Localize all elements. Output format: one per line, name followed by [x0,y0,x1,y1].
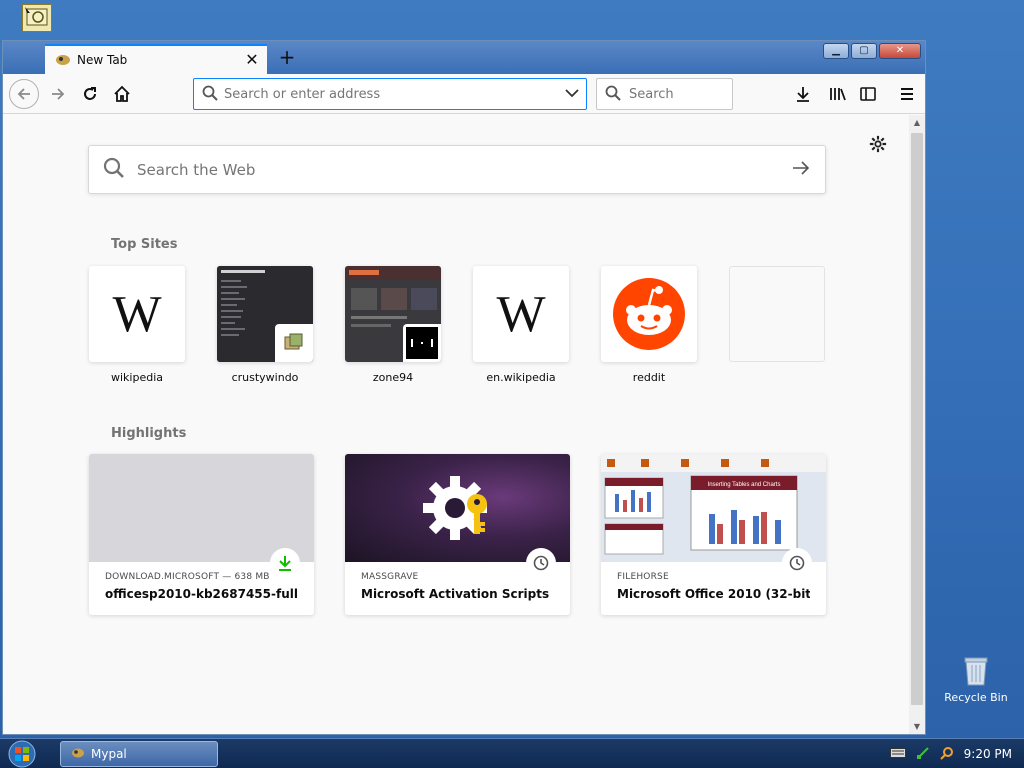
top-site-label: reddit [632,371,666,384]
back-arrow-icon [17,88,30,100]
home-button[interactable] [107,79,137,109]
chevron-down-icon[interactable] [558,87,586,101]
vertical-scrollbar[interactable]: ▲ ▼ [909,115,925,734]
highlight-title: Microsoft Office 2010 (32-bit) D... [617,587,810,601]
top-site-zone94[interactable]: zone94 [345,266,441,384]
tab-new-tab[interactable]: New Tab ✕ [45,44,267,74]
web-search-input[interactable] [137,160,777,179]
clock[interactable]: 9:20 PM [964,747,1012,761]
highlight-card[interactable]: Inserting Tables and Charts FILEHORSE Mi… [601,454,826,615]
library-button[interactable] [825,82,849,106]
new-tab-page: Top Sites W wikipedia crustywindo [3,115,909,734]
recycle-bin[interactable]: Recycle Bin [942,655,1010,704]
tab-label: New Tab [77,53,128,67]
highlight-image: Inserting Tables and Charts [601,454,826,562]
mypal-tab-icon [55,53,71,67]
system-tray: 9:20 PM [889,739,1024,768]
sidebar-button[interactable] [856,82,880,106]
clock-icon [782,548,812,578]
close-window-button[interactable]: ✕ [879,43,921,59]
minimize-button[interactable]: ▁ [823,43,849,59]
search-icon [202,85,218,104]
menu-button[interactable] [895,82,919,106]
library-icon [830,88,846,101]
hamburger-menu-icon [901,88,913,100]
top-site-reddit[interactable]: reddit [601,266,697,384]
taskbar-item-label: Mypal [91,747,127,761]
forward-button[interactable] [43,79,73,109]
top-site-wikipedia[interactable]: W wikipedia [89,266,185,384]
reload-icon [84,87,96,100]
top-site-empty-slot[interactable] [729,266,825,362]
search-tray-icon[interactable] [939,746,954,763]
navigation-toolbar [3,74,925,114]
new-tab-button[interactable]: + [275,45,299,69]
maximize-button[interactable]: ▢ [851,43,877,59]
settings-gear-icon[interactable] [869,135,887,156]
slide-title: Inserting Tables and Charts [708,482,781,488]
highlight-title: officesp2010-kb2687455-fullfil... [105,587,298,601]
top-sites-heading: Top Sites [111,237,178,252]
back-button[interactable] [9,79,39,109]
top-site-label: zone94 [372,371,414,384]
home-icon [114,85,130,102]
recycle-bin-label: Recycle Bin [944,691,1008,704]
top-site-en-wikipedia[interactable]: W en.wikipedia [473,266,569,384]
search-bar[interactable] [596,78,733,110]
taskbar-item-mypal[interactable]: Mypal [60,741,218,767]
wikipedia-logo-icon: W [112,285,162,343]
crustywindo-favicon [275,324,313,362]
network-icon[interactable] [916,746,930,763]
taskbar: Mypal 9:20 PM [0,738,1024,768]
recycle-bin-icon [963,655,989,687]
clock-icon [526,548,556,578]
highlight-source: DOWNLOAD.MICROSOFT — 638 MB [105,572,270,582]
highlight-title: Microsoft Activation Scripts (MA... [361,587,554,601]
highlight-image [345,454,570,562]
scroll-down-arrow-icon[interactable]: ▼ [909,722,925,731]
top-site-label: crustywindo [231,371,299,384]
highlight-source: MASSGRAVE [361,572,419,582]
search-submit-arrow-icon[interactable] [777,160,825,179]
reload-button[interactable] [75,79,105,109]
windows-logo-icon [8,740,36,768]
mypal-icon [71,747,85,762]
keyboard-icon[interactable] [889,747,906,761]
highlight-image [89,454,314,562]
search-icon [103,157,125,182]
browser-window: New Tab ✕ + ▁ ▢ ✕ Search or enter addres… [2,40,926,735]
download-icon [270,548,300,578]
close-tab-icon[interactable]: ✕ [243,50,261,69]
top-site-label: en.wikipedia [486,371,556,384]
powerpoint-screenshot-thumbnail: Inserting Tables and Charts [601,454,826,562]
highlight-source: FILEHORSE [617,572,669,582]
zone94-favicon [403,324,441,362]
search-input[interactable] [629,86,732,102]
downloads-button[interactable] [791,82,815,106]
title-bar: New Tab ✕ + ▁ ▢ ✕ [3,41,925,74]
top-site-crustywindo[interactable]: crustywindo [217,266,313,384]
sidebar-icon [860,87,876,101]
highlight-card[interactable]: MASSGRAVE Microsoft Activation Scripts (… [345,454,570,615]
scrollbar-thumb[interactable] [911,133,923,705]
top-site-label: wikipedia [110,371,163,384]
address-bar[interactable] [193,78,587,110]
highlight-card[interactable]: DOWNLOAD.MICROSOFT — 638 MB officesp2010… [89,454,314,615]
search-icon [605,85,621,104]
wikipedia-logo-icon: W [496,285,546,343]
web-search-box[interactable] [88,145,826,194]
scroll-up-arrow-icon[interactable]: ▲ [909,118,925,127]
address-input[interactable] [224,86,558,102]
gear-key-icon [423,476,487,540]
start-button[interactable] [6,740,46,768]
forward-arrow-icon [52,88,65,100]
highlights-heading: Highlights [111,426,187,441]
desktop-app-icon[interactable] [22,4,52,32]
reddit-logo-icon [613,278,685,350]
download-icon [797,87,809,102]
